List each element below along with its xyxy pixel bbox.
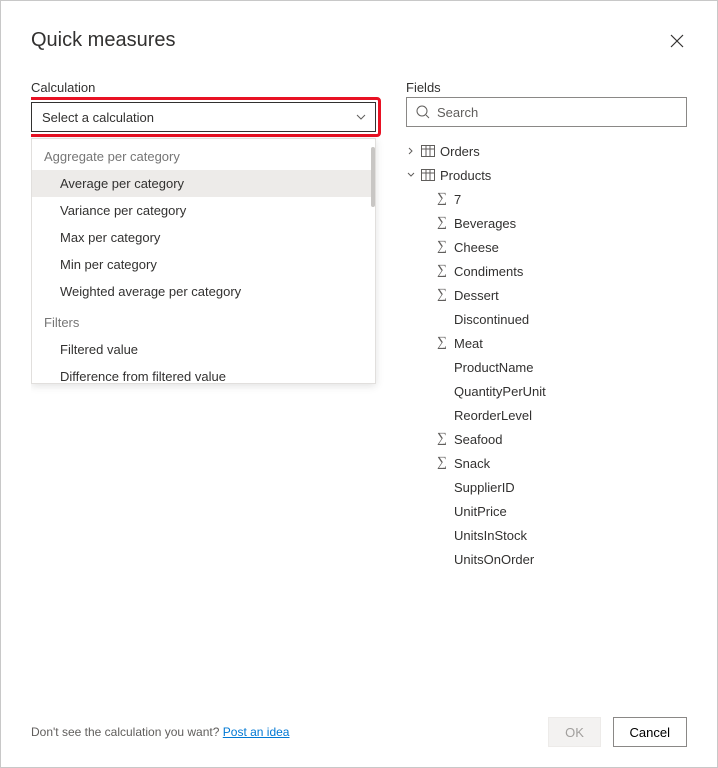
fields-tree: OrdersProducts∑7∑Beverages∑Cheese∑Condim… (406, 139, 687, 571)
cancel-button[interactable]: Cancel (613, 717, 687, 747)
tree-item-label: 7 (454, 192, 461, 207)
dropdown-item[interactable]: Weighted average per category (32, 278, 375, 305)
chevron-down-icon (355, 111, 367, 123)
icon-spacer (434, 383, 450, 399)
sigma-icon: ∑ (434, 263, 450, 279)
calculation-select[interactable]: Select a calculation (31, 102, 376, 132)
icon-spacer (434, 551, 450, 567)
icon-spacer (434, 359, 450, 375)
tree-item-label: UnitPrice (454, 504, 507, 519)
dropdown-item[interactable]: Filtered value (32, 336, 375, 363)
sigma-icon: ∑ (434, 335, 450, 351)
tree-field-row[interactable]: UnitsInStock (406, 523, 687, 547)
post-idea-link[interactable]: Post an idea (223, 725, 290, 739)
tree-field-row[interactable]: ∑7 (406, 187, 687, 211)
table-icon (420, 167, 436, 183)
tree-item-label: Snack (454, 456, 490, 471)
tree-item-label: Beverages (454, 216, 516, 231)
tree-field-row[interactable]: ∑ Meat (406, 331, 687, 355)
icon-spacer (434, 527, 450, 543)
tree-children: ∑7∑Beverages∑Cheese∑Condiments∑DessertDi… (406, 187, 687, 571)
sigma-icon: ∑ (434, 191, 450, 207)
tree-item-label: ReorderLevel (454, 408, 532, 423)
tree-field-row[interactable]: UnitsOnOrder (406, 547, 687, 571)
tree-field-row[interactable]: ProductName (406, 355, 687, 379)
search-icon (415, 104, 431, 120)
footer-help-text: Don't see the calculation you want? (31, 725, 219, 739)
dropdown-group-header: Filters (32, 305, 375, 336)
close-button[interactable] (667, 31, 687, 51)
tree-item-label: Meat (454, 336, 483, 351)
calculation-panel: Calculation Select a calculation Aggrega… (31, 80, 376, 705)
dropdown-item[interactable]: Average per category (32, 170, 375, 197)
dropdown-item[interactable]: Max per category (32, 224, 375, 251)
fields-search-box[interactable] (406, 97, 687, 127)
dialog-footer: Don't see the calculation you want? Post… (31, 717, 687, 747)
dropdown-item[interactable]: Variance per category (32, 197, 375, 224)
tree-field-row[interactable]: SupplierID (406, 475, 687, 499)
dialog-title: Quick measures (31, 29, 176, 52)
icon-spacer (434, 479, 450, 495)
footer-buttons: OK Cancel (540, 717, 687, 747)
tree-item-label: Cheese (454, 240, 499, 255)
dropdown-item[interactable]: Difference from filtered value (32, 363, 375, 383)
tree-item-label: QuantityPerUnit (454, 384, 546, 399)
fields-panel: Fields OrdersProducts∑7∑Beverages∑Cheese… (406, 80, 687, 705)
icon-spacer (434, 503, 450, 519)
tree-field-row[interactable]: ReorderLevel (406, 403, 687, 427)
dropdown-group-header: Aggregate per category (32, 139, 375, 170)
icon-spacer (434, 311, 450, 327)
footer-help: Don't see the calculation you want? Post… (31, 725, 289, 739)
tree-field-row[interactable]: ∑ Seafood (406, 427, 687, 451)
sigma-icon: ∑ (434, 455, 450, 471)
tree-table-row[interactable]: Orders (406, 139, 687, 163)
tree-field-row[interactable]: ∑ Condiments (406, 259, 687, 283)
tree-item-label: Products (440, 168, 491, 183)
tree-item-label: Condiments (454, 264, 523, 279)
dropdown-scrollbar[interactable] (371, 147, 375, 207)
close-icon (669, 33, 685, 49)
quick-measures-dialog: Quick measures Calculation Select a calc… (0, 0, 718, 768)
tree-field-row[interactable]: QuantityPerUnit (406, 379, 687, 403)
icon-spacer (434, 407, 450, 423)
tree-item-label: UnitsInStock (454, 528, 527, 543)
tree-table-row[interactable]: Products (406, 163, 687, 187)
tree-field-row[interactable]: ∑ Dessert (406, 283, 687, 307)
dropdown-item[interactable]: Min per category (32, 251, 375, 278)
sigma-icon: ∑ (434, 431, 450, 447)
dialog-header: Quick measures (31, 29, 687, 52)
calculation-select-placeholder: Select a calculation (42, 110, 154, 125)
sigma-icon: ∑ (434, 215, 450, 231)
tree-item-label: Seafood (454, 432, 502, 447)
chevron-right-icon (406, 147, 416, 155)
tree-field-row[interactable]: ∑ Snack (406, 451, 687, 475)
tree-item-label: Dessert (454, 288, 499, 303)
table-icon (420, 143, 436, 159)
tree-item-label: Orders (440, 144, 480, 159)
chevron-down-icon (406, 171, 416, 179)
tree-field-row[interactable]: ∑ Cheese (406, 235, 687, 259)
calculation-dropdown: Aggregate per categoryAverage per catego… (31, 138, 376, 384)
fields-label: Fields (406, 80, 687, 95)
sigma-icon: ∑ (434, 287, 450, 303)
tree-field-row[interactable]: ∑ Beverages (406, 211, 687, 235)
dialog-body: Calculation Select a calculation Aggrega… (31, 80, 687, 705)
tree-item-label: UnitsOnOrder (454, 552, 534, 567)
tree-field-row[interactable]: UnitPrice (406, 499, 687, 523)
tree-item-label: Discontinued (454, 312, 529, 327)
calculation-select-highlight: Select a calculation (31, 97, 381, 137)
calculation-label: Calculation (31, 80, 376, 95)
tree-field-row[interactable]: Discontinued (406, 307, 687, 331)
fields-search-input[interactable] (437, 105, 678, 120)
tree-item-label: ProductName (454, 360, 533, 375)
tree-item-label: SupplierID (454, 480, 515, 495)
sigma-icon: ∑ (434, 239, 450, 255)
ok-button[interactable]: OK (548, 717, 601, 747)
